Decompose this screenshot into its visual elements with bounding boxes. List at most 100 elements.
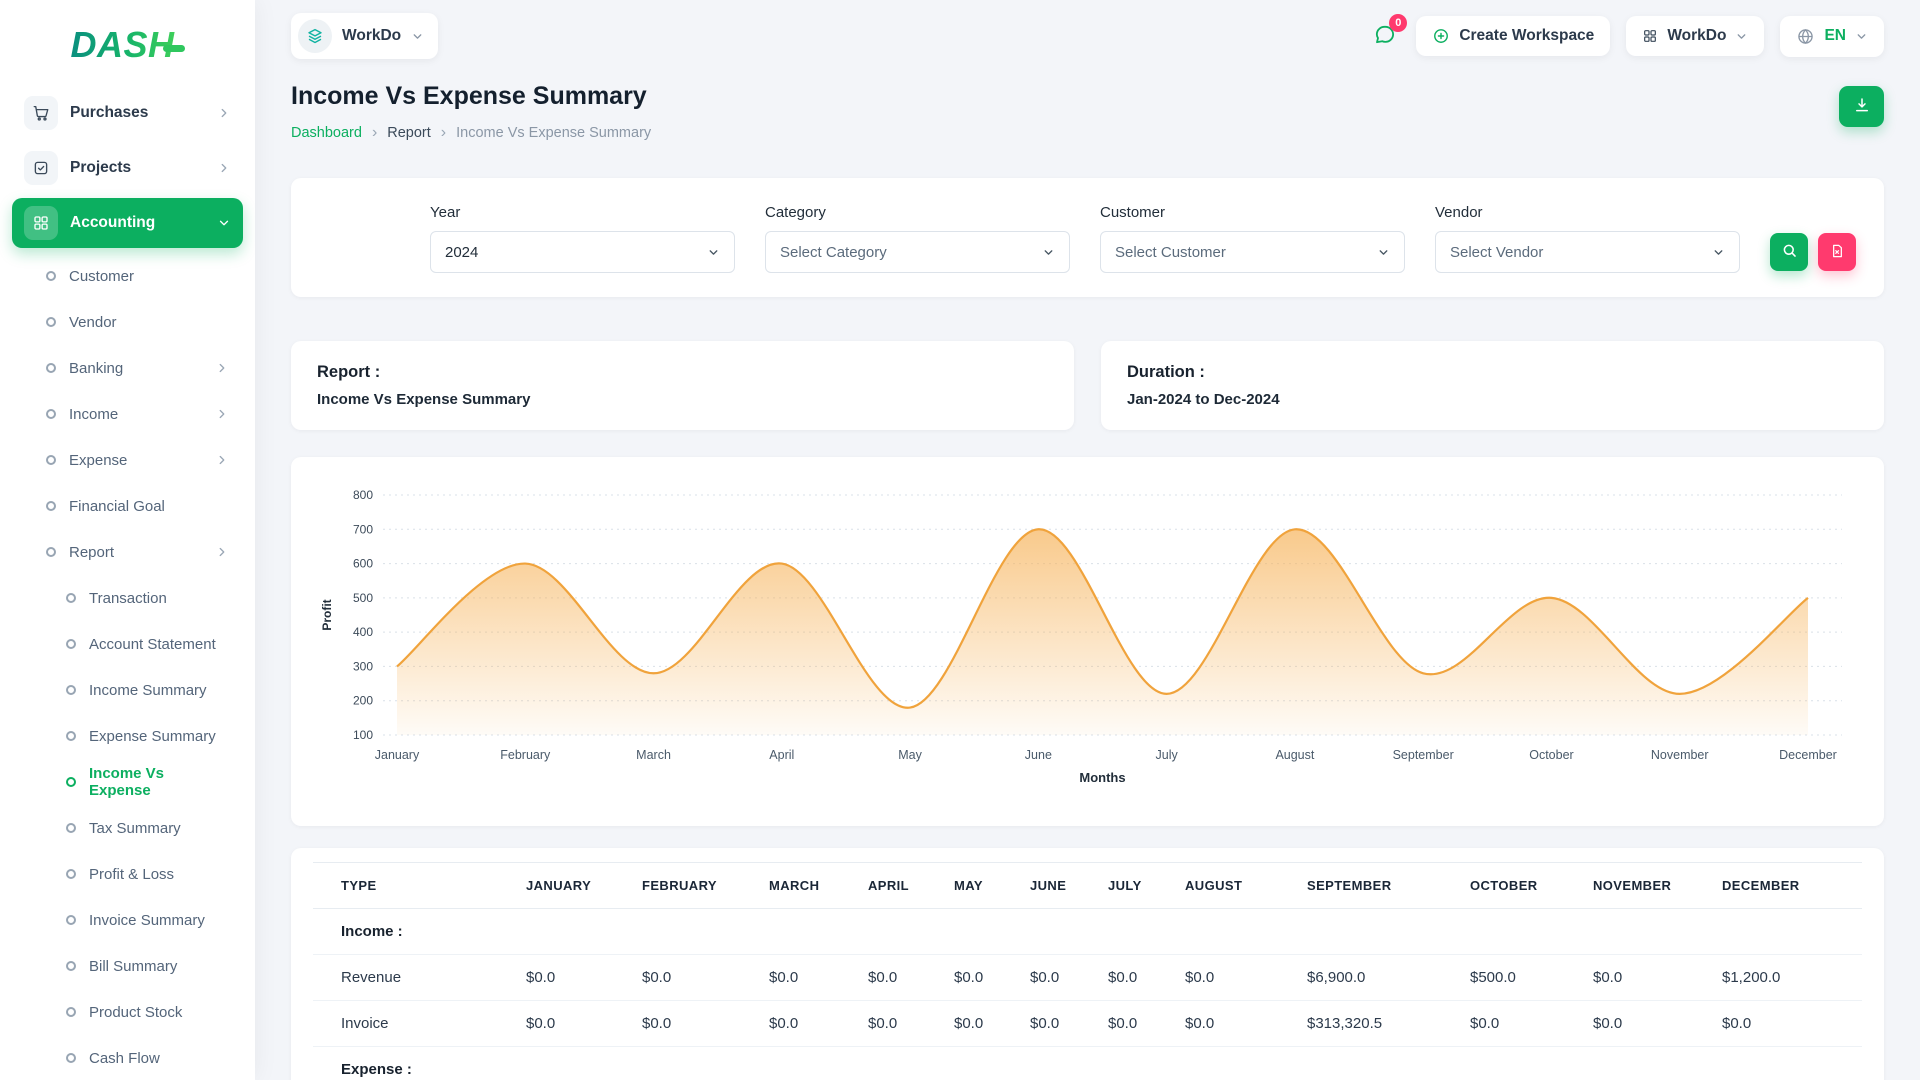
svg-text:100: 100 — [353, 728, 373, 742]
sidebar-item-report[interactable]: Report — [12, 529, 243, 575]
chevron-down-icon — [411, 30, 424, 43]
value-cell: $0.0 — [1579, 1001, 1708, 1047]
sidebar-item-expense-summary[interactable]: Expense Summary — [12, 713, 243, 759]
workspace-switcher[interactable]: WorkDo — [291, 13, 438, 59]
value-cell: $313,320.5 — [1293, 1001, 1456, 1047]
language-label: EN — [1824, 27, 1846, 45]
sidebar-item-invoice-summary[interactable]: Invoice Summary — [12, 897, 243, 943]
page-title: Income Vs Expense Summary — [291, 82, 651, 111]
value-cell: $0.0 — [1094, 955, 1171, 1001]
svg-text:700: 700 — [353, 522, 373, 536]
bullet-icon — [46, 409, 56, 419]
duration-value: Jan-2024 to Dec-2024 — [1127, 391, 1858, 408]
sidebar-item-account-statement[interactable]: Account Statement — [12, 621, 243, 667]
svg-text:September: September — [1393, 748, 1454, 762]
value-cell: $0.0 — [1579, 955, 1708, 1001]
create-workspace-button[interactable]: Create Workspace — [1416, 16, 1610, 56]
bullet-icon — [46, 271, 56, 281]
globe-icon — [1796, 27, 1815, 46]
value-cell: $1,200.0 — [1708, 955, 1862, 1001]
sidebar-item-banking[interactable]: Banking — [12, 345, 243, 391]
sidebar-item-purchases[interactable]: Purchases — [12, 88, 243, 138]
bullet-icon — [66, 1053, 76, 1063]
svg-text:January: January — [375, 748, 420, 762]
sidebar-item-customer[interactable]: Customer — [12, 253, 243, 299]
workspace-logo-icon — [298, 19, 332, 53]
value-cell: $6,900.0 — [1293, 955, 1456, 1001]
sidebar-item-vendor[interactable]: Vendor — [12, 299, 243, 345]
sidebar-item-expense[interactable]: Expense — [12, 437, 243, 483]
breadcrumb-item: Report — [387, 125, 431, 141]
create-workspace-label: Create Workspace — [1459, 27, 1594, 45]
svg-text:December: December — [1779, 748, 1837, 762]
svg-text:March: March — [636, 748, 671, 762]
value-cell: $0.0 — [1456, 1001, 1579, 1047]
sidebar-item-cash-flow[interactable]: Cash Flow — [12, 1035, 243, 1080]
sidebar-item-bill-summary[interactable]: Bill Summary — [12, 943, 243, 989]
workspace-menu-button[interactable]: WorkDo — [1626, 16, 1764, 56]
vendor-select[interactable]: Select Vendor — [1435, 231, 1740, 273]
sidebar-item-transaction[interactable]: Transaction — [12, 575, 243, 621]
value-cell: $0.0 — [1171, 955, 1293, 1001]
chevron-down-icon — [1735, 30, 1748, 43]
app-logo[interactable]: DASH — [12, 22, 243, 68]
svg-text:400: 400 — [353, 625, 373, 639]
main-area: WorkDo 0 Create Workspace — [255, 0, 1920, 1080]
bullet-icon — [66, 593, 76, 603]
bullet-icon — [66, 731, 76, 741]
svg-text:April: April — [769, 748, 794, 762]
sidebar-item-label: Report — [69, 544, 114, 561]
reset-icon — [1829, 243, 1845, 262]
chevron-right-icon — [215, 361, 229, 375]
section-label: Expense : — [313, 1047, 1862, 1080]
breadcrumb-separator: › — [441, 124, 446, 142]
table-section-row: Income : — [313, 909, 1862, 955]
sidebar-item-tax-summary[interactable]: Tax Summary — [12, 805, 243, 851]
breadcrumb-link-dashboard[interactable]: Dashboard — [291, 125, 362, 141]
svg-text:300: 300 — [353, 659, 373, 673]
clipboard-check-icon — [24, 151, 58, 185]
value-cell: $0.0 — [1016, 1001, 1094, 1047]
language-selector[interactable]: EN — [1780, 16, 1884, 57]
apply-filters-button[interactable] — [1770, 233, 1808, 271]
messages-button[interactable]: 0 — [1369, 19, 1400, 53]
value-cell: $0.0 — [628, 1001, 755, 1047]
year-select[interactable]: 2024 — [430, 231, 735, 273]
sidebar-item-label: Customer — [69, 268, 134, 285]
grid-icon — [24, 206, 58, 240]
sidebar-item-label: Transaction — [89, 590, 167, 607]
bullet-icon — [66, 777, 76, 787]
column-header: NOVEMBER — [1579, 863, 1708, 909]
sidebar-item-projects[interactable]: Projects — [12, 143, 243, 193]
sidebar-item-profit-loss[interactable]: Profit & Loss — [12, 851, 243, 897]
sidebar-item-product-stock[interactable]: Product Stock — [12, 989, 243, 1035]
sidebar-item-accounting[interactable]: Accounting — [12, 198, 243, 248]
sidebar-item-income-summary[interactable]: Income Summary — [12, 667, 243, 713]
bullet-icon — [46, 455, 56, 465]
sidebar-item-label: Accounting — [70, 214, 155, 232]
column-header: JANUARY — [512, 863, 628, 909]
value-cell: $0.0 — [854, 955, 940, 1001]
sidebar-item-income[interactable]: Income — [12, 391, 243, 437]
sidebar-nav: PurchasesProjects Accounting Customer Vendo… — [12, 88, 243, 1080]
svg-text:Profit: Profit — [320, 599, 334, 630]
section-label: Income : — [313, 909, 1862, 955]
sidebar-item-label: Income Vs Expense — [89, 765, 229, 799]
sidebar-item-income-vs-expense[interactable]: Income Vs Expense — [12, 759, 243, 805]
sidebar-item-financial-goal[interactable]: Financial Goal — [12, 483, 243, 529]
bullet-icon — [46, 363, 56, 373]
bullet-icon — [66, 823, 76, 833]
reset-filters-button[interactable] — [1818, 233, 1856, 271]
cart-icon — [24, 96, 58, 130]
customer-select[interactable]: Select Customer — [1100, 231, 1405, 273]
value-cell: $0.0 — [1708, 1001, 1862, 1047]
chevron-right-icon — [217, 106, 231, 120]
chevron-down-icon — [1042, 246, 1055, 259]
topbar: WorkDo 0 Create Workspace — [255, 0, 1920, 72]
filter-actions — [1770, 233, 1856, 271]
download-button[interactable] — [1839, 86, 1884, 127]
bullet-icon — [46, 501, 56, 511]
svg-text:200: 200 — [353, 694, 373, 708]
category-select[interactable]: Select Category — [765, 231, 1070, 273]
chart-card: 100200300400500600700800JanuaryFebruaryM… — [291, 457, 1884, 826]
